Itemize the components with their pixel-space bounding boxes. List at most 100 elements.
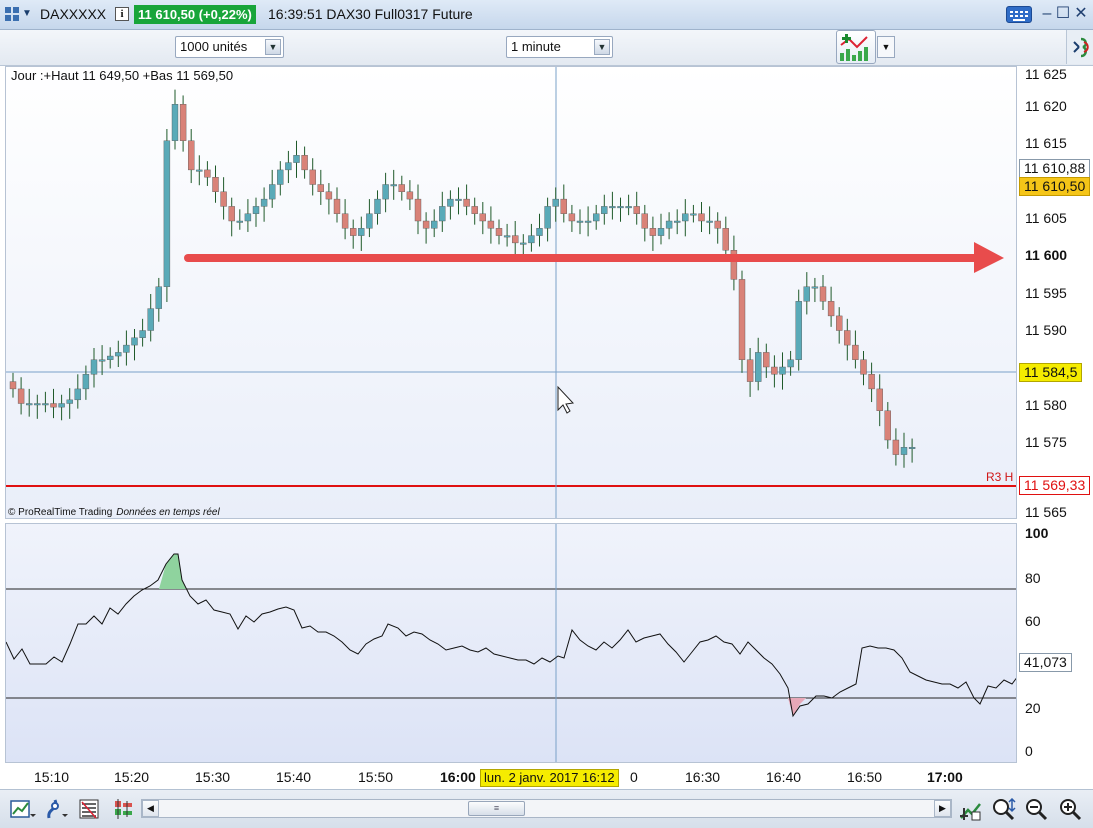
candle-body xyxy=(455,198,462,201)
candle-body xyxy=(325,191,333,200)
info-icon[interactable]: i xyxy=(115,7,129,21)
candle-body xyxy=(803,286,810,302)
interval-select[interactable]: 1 minute ▼ xyxy=(506,36,613,58)
close-button[interactable]: ✕ xyxy=(1070,4,1092,24)
zoom-out-icon[interactable] xyxy=(1024,798,1048,821)
candle-body xyxy=(487,220,495,229)
candle-body xyxy=(9,381,17,390)
zoom-fit-icon[interactable] xyxy=(991,797,1016,821)
last-price-tag: 11 610,50 xyxy=(1019,177,1091,196)
candle-body xyxy=(431,220,438,229)
side-panel-toggle[interactable] xyxy=(1066,30,1093,64)
chevron-down-icon[interactable]: ▼ xyxy=(594,39,610,55)
zoom-in-icon[interactable] xyxy=(1058,798,1082,821)
candle-body xyxy=(463,198,470,207)
rsi-axis-label: 0 xyxy=(1025,743,1033,759)
candle-body xyxy=(26,403,33,406)
candle-body xyxy=(187,140,195,171)
price-axis[interactable]: 11 625 11 620 11 615 11 610,88 11 610,50… xyxy=(1017,66,1093,520)
time-axis-label: 17:00 xyxy=(927,769,963,785)
time-axis-label: 16:40 xyxy=(766,769,802,785)
candle-body xyxy=(277,169,284,185)
candle-body xyxy=(852,344,859,360)
keyboard-icon[interactable] xyxy=(1006,6,1032,23)
chevron-down-icon[interactable]: ▼ xyxy=(265,39,281,55)
window-title: 16:39:51 DAX30 Full0317 Future xyxy=(268,6,473,22)
rsi-line-chart[interactable] xyxy=(6,524,1017,763)
rsi-axis-label: 60 xyxy=(1025,613,1041,629)
price-axis-label: 11 620 xyxy=(1025,98,1067,114)
time-axis-label: 15:10 xyxy=(34,769,70,785)
price-axis-label: 11 600 xyxy=(1025,247,1068,263)
candle-body xyxy=(884,410,891,441)
credit-text: © ProRealTime Trading Données en temps ré… xyxy=(8,507,220,518)
drawing-tools-icon[interactable] xyxy=(45,798,69,820)
candle-body xyxy=(568,213,576,222)
rsi-axis-label: 20 xyxy=(1025,700,1041,716)
scroll-left-button[interactable]: ◀ xyxy=(142,800,159,817)
candle-body xyxy=(560,198,567,214)
chart-horizontal-scrollbar[interactable]: ◀ ≡ ▶ xyxy=(141,799,952,818)
price-axis-label: 11 605 xyxy=(1025,210,1067,226)
candle-body xyxy=(66,399,73,404)
candle-body xyxy=(763,352,770,368)
rsi-axis[interactable]: 100 80 60 41,073 20 0 xyxy=(1017,523,1093,763)
candle-body xyxy=(593,213,600,222)
price-axis-label: 11 615 xyxy=(1025,135,1067,151)
scroll-right-button[interactable]: ▶ xyxy=(934,800,951,817)
price-axis-label: 11 580 xyxy=(1025,397,1067,413)
scroll-thumb[interactable]: ≡ xyxy=(468,801,525,816)
candle-body xyxy=(155,286,163,309)
grid-menu-icon[interactable] xyxy=(5,7,19,21)
candle-body xyxy=(333,198,341,214)
price-chart-panel[interactable]: Jour :+Haut 11 649,50 +Bas 11 569,50 © P… xyxy=(5,66,1017,519)
time-axis-label: 15:50 xyxy=(358,769,394,785)
price-axis-label: 11 625 xyxy=(1025,66,1067,82)
candle-body xyxy=(196,169,203,172)
candle-body xyxy=(471,206,478,214)
candle-body xyxy=(301,155,308,171)
interval-select-value: 1 minute xyxy=(511,39,561,54)
order-book-icon[interactable] xyxy=(78,798,102,820)
chart-settings-icon[interactable] xyxy=(10,798,36,820)
time-axis[interactable]: 15:10 15:20 15:30 15:40 15:50 16:00 0 16… xyxy=(5,763,1017,789)
indicator-menu-dropdown[interactable]: ▼ xyxy=(877,36,895,58)
units-select-value: 1000 unités xyxy=(180,39,248,54)
candle-body xyxy=(244,213,252,222)
candle-body xyxy=(544,206,551,229)
rsi-indicator-panel[interactable] xyxy=(5,523,1017,763)
candle-body xyxy=(520,242,527,245)
candle-body xyxy=(892,439,900,455)
candle-body xyxy=(836,315,843,331)
r3-price-tag: 11 569,33 xyxy=(1019,476,1091,495)
candle-body xyxy=(827,301,835,317)
candle-body xyxy=(649,228,657,236)
candle-body xyxy=(722,228,729,251)
candle-body xyxy=(665,220,673,229)
add-indicator-button[interactable] xyxy=(836,30,876,64)
candle-body xyxy=(584,220,592,223)
candle-body xyxy=(171,104,179,141)
candle-body xyxy=(706,220,713,223)
candle-body xyxy=(528,235,535,244)
indicators-icon[interactable] xyxy=(112,798,136,820)
candle-body xyxy=(317,184,324,192)
candle-body xyxy=(657,228,665,236)
auto-scale-icon[interactable] xyxy=(958,798,982,821)
candle-body xyxy=(714,220,721,229)
indicator-chart-icon xyxy=(840,34,868,61)
units-select[interactable]: 1000 unités ▼ xyxy=(175,36,284,58)
time-axis-label: 15:30 xyxy=(195,769,231,785)
candle-body xyxy=(698,213,705,222)
candlestick-chart[interactable] xyxy=(6,67,1017,519)
instrument-name[interactable]: DAXXXXX xyxy=(40,6,106,22)
instrument-menu-caret-icon[interactable]: ▼ xyxy=(22,8,32,19)
credit-sub-label: Données en temps réel xyxy=(116,507,220,518)
candle-body xyxy=(204,169,211,178)
candle-body xyxy=(536,228,543,236)
candle-body xyxy=(90,359,98,375)
time-axis-label: 16:50 xyxy=(847,769,883,785)
candle-body xyxy=(447,198,454,207)
candle-body xyxy=(293,155,300,163)
candle-body xyxy=(738,279,746,360)
